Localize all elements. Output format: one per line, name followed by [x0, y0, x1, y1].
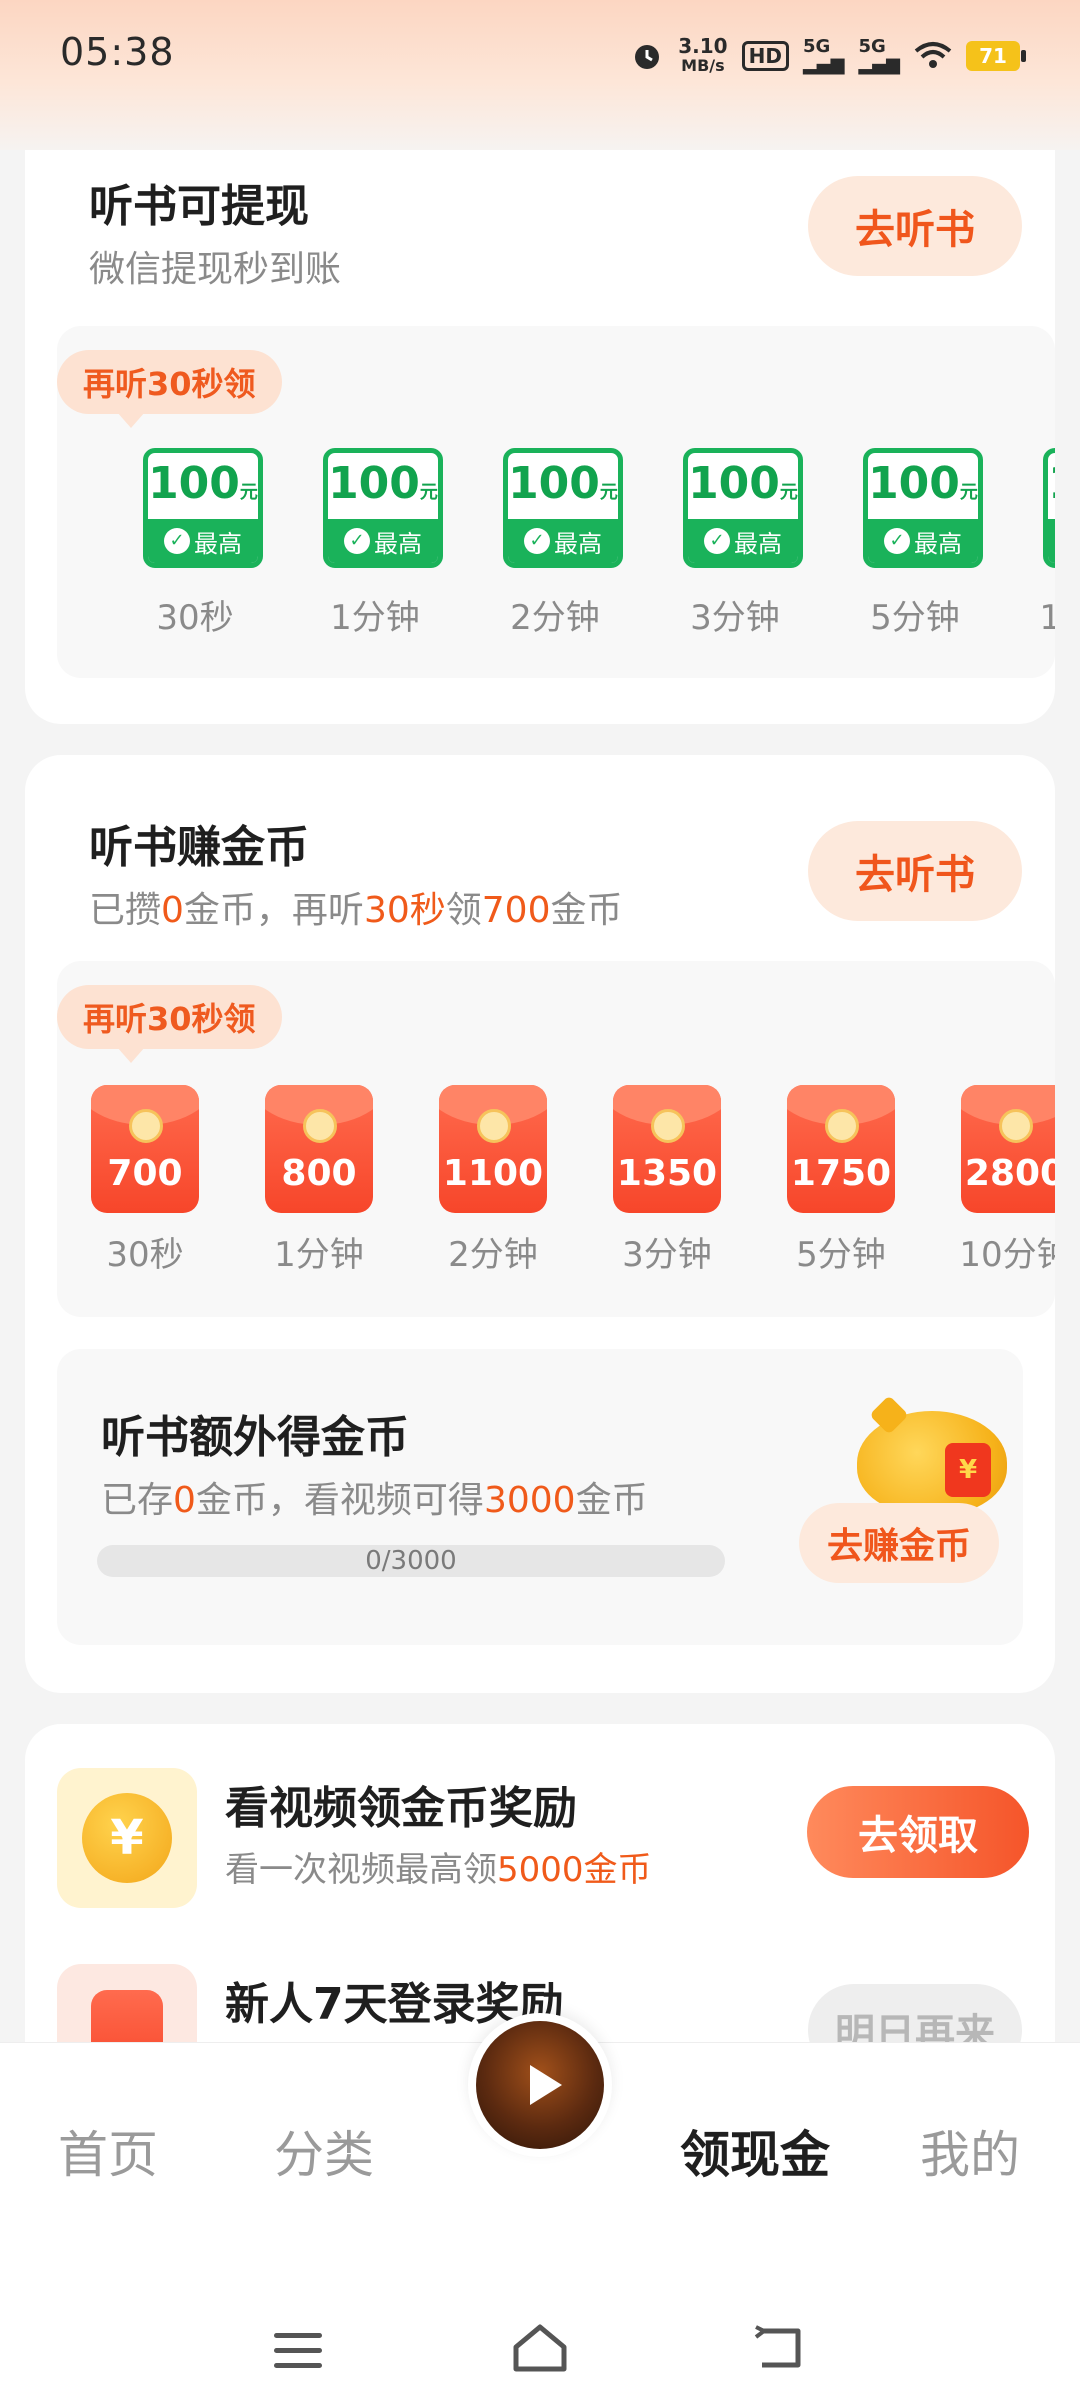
- listen-coins-subtitle: 已攒0金币，再听30秒领700金币: [89, 890, 623, 931]
- coin-milestone-label: 2分钟: [448, 1235, 538, 1275]
- cash-tag: 100元 ✓最高: [863, 448, 983, 568]
- cash-milestone-label: 3分钟: [690, 598, 780, 638]
- cash-milestones-panel: 再听30秒领 100元 ✓ 最高 30秒 100元 ✓ 最高 1分钟 100元 ✓: [57, 326, 1055, 678]
- coins-progress-bar: 0/3000: [97, 1545, 725, 1577]
- extra-coins-panel: 听书额外得金币 已存0金币，看视频可得3000金币 0/3000 ¥ 去赚金币: [57, 1349, 1023, 1645]
- back-icon[interactable]: [754, 2325, 804, 2371]
- red-envelope-icon: 700: [91, 1085, 199, 1213]
- coin-milestones-panel: 再听30秒领 700 30秒 800 1分钟 1100 2分钟 1350 3分钟…: [57, 961, 1055, 1317]
- cash-milestone-label: 1分钟: [330, 598, 420, 638]
- hd-icon: HD: [741, 41, 789, 71]
- status-time: 05:38: [60, 30, 175, 74]
- cash-tip-bubble: 再听30秒领: [57, 350, 282, 428]
- check-icon: ✓: [704, 528, 730, 554]
- cash-tag: 100元 ✓最高: [1043, 448, 1055, 568]
- coin-milestone-label: 5分钟: [796, 1235, 886, 1275]
- signal-icon-sim2: 5G ▂▄▆: [858, 36, 900, 75]
- nav-cash[interactable]: 领现金: [680, 2115, 830, 2187]
- battery-icon: 71: [966, 41, 1026, 71]
- album-cover: [476, 2021, 604, 2149]
- menu-icon[interactable]: [274, 2333, 322, 2369]
- red-envelope-icon: 1100: [439, 1085, 547, 1213]
- extra-coins-subtitle: 已存0金币，看视频可得3000金币: [101, 1480, 648, 1521]
- task-subtitle: 看一次视频最高领5000金币: [225, 1850, 652, 1890]
- claim-button[interactable]: 去领取: [807, 1786, 1029, 1878]
- status-bar: 05:38 3.10 MB/s HD 5G ▂▄▆ 5G ▂▄▆ 71: [0, 0, 1080, 150]
- nav-home[interactable]: 首页: [58, 2115, 158, 2187]
- earn-coins-button[interactable]: 去赚金币: [799, 1503, 999, 1583]
- coin-milestone-label: 30秒: [106, 1235, 184, 1275]
- extra-coins-title: 听书额外得金币: [101, 1412, 409, 1463]
- listen-cash-card: 听书可提现 微信提现秒到账 去听书 再听30秒领 100元 ✓ 最高 30秒 10…: [25, 150, 1055, 724]
- cash-milestone-label: 30秒: [156, 598, 234, 638]
- listen-cash-button[interactable]: 去听书: [808, 176, 1022, 276]
- listen-coins-button[interactable]: 去听书: [808, 821, 1022, 921]
- coin-milestones-row: 700 30秒 800 1分钟 1100 2分钟 1350 3分钟 1750 5…: [57, 1085, 1055, 1285]
- signal-icon-sim1: 5G ▂▄▆: [802, 36, 845, 75]
- red-envelope-icon: 2800: [961, 1085, 1055, 1213]
- piggy-bank-icon: ¥: [857, 1395, 1007, 1515]
- coins-progress-text: 0/3000: [365, 1546, 457, 1576]
- check-icon: ✓: [344, 528, 370, 554]
- check-icon: ✓: [884, 528, 910, 554]
- coin-task-icon: ¥: [57, 1768, 197, 1908]
- cash-milestone-label: 2分钟: [510, 598, 600, 638]
- cash-tag: 100元 ✓最高: [143, 448, 263, 568]
- check-icon: ✓: [524, 528, 550, 554]
- cash-milestones-row: 100元 ✓ 最高 30秒 100元 ✓ 最高 1分钟 100元 ✓ 最高 2分钟: [57, 448, 1055, 648]
- wifi-icon: [914, 42, 952, 68]
- now-playing-button[interactable]: [468, 2013, 612, 2157]
- listen-cash-title: 听书可提现: [89, 181, 309, 232]
- cash-milestone-label: 5分钟: [870, 598, 960, 638]
- coin-milestone-label: 1分钟: [274, 1235, 364, 1275]
- alarm-icon: [635, 45, 660, 69]
- coin-milestone-label: 10分钟: [959, 1235, 1055, 1275]
- nav-category[interactable]: 分类: [274, 2115, 374, 2187]
- nav-mine[interactable]: 我的: [920, 2115, 1020, 2187]
- listen-coins-title: 听书赚金币: [89, 822, 309, 873]
- task-title: 看视频领金币奖励: [225, 1783, 577, 1834]
- home-icon[interactable]: [510, 2321, 570, 2373]
- net-speed: 3.10 MB/s: [678, 34, 728, 75]
- status-icons: 3.10 MB/s HD 5G ▂▄▆ 5G ▂▄▆ 71: [630, 32, 1026, 80]
- red-envelope-icon: 800: [265, 1085, 373, 1213]
- coin-milestone-label: 3分钟: [622, 1235, 712, 1275]
- red-envelope-icon: 1750: [787, 1085, 895, 1213]
- check-icon: ✓: [164, 528, 190, 554]
- bottom-nav: 首页 分类 领现金 我的: [0, 2013, 1080, 2400]
- red-envelope-icon: 1350: [613, 1085, 721, 1213]
- cash-tag: 100元 ✓最高: [503, 448, 623, 568]
- coins-tip-bubble: 再听30秒领: [57, 985, 282, 1063]
- listen-coins-card: 听书赚金币 已攒0金币，再听30秒领700金币 去听书 再听30秒领 700 3…: [25, 755, 1055, 1693]
- cash-tag: 100元 ✓最高: [683, 448, 803, 568]
- cash-milestone-label: 10分钟: [1039, 598, 1055, 638]
- listen-cash-subtitle: 微信提现秒到账: [89, 249, 342, 290]
- cash-tag: 100元 ✓最高: [323, 448, 443, 568]
- play-icon: [530, 2065, 562, 2105]
